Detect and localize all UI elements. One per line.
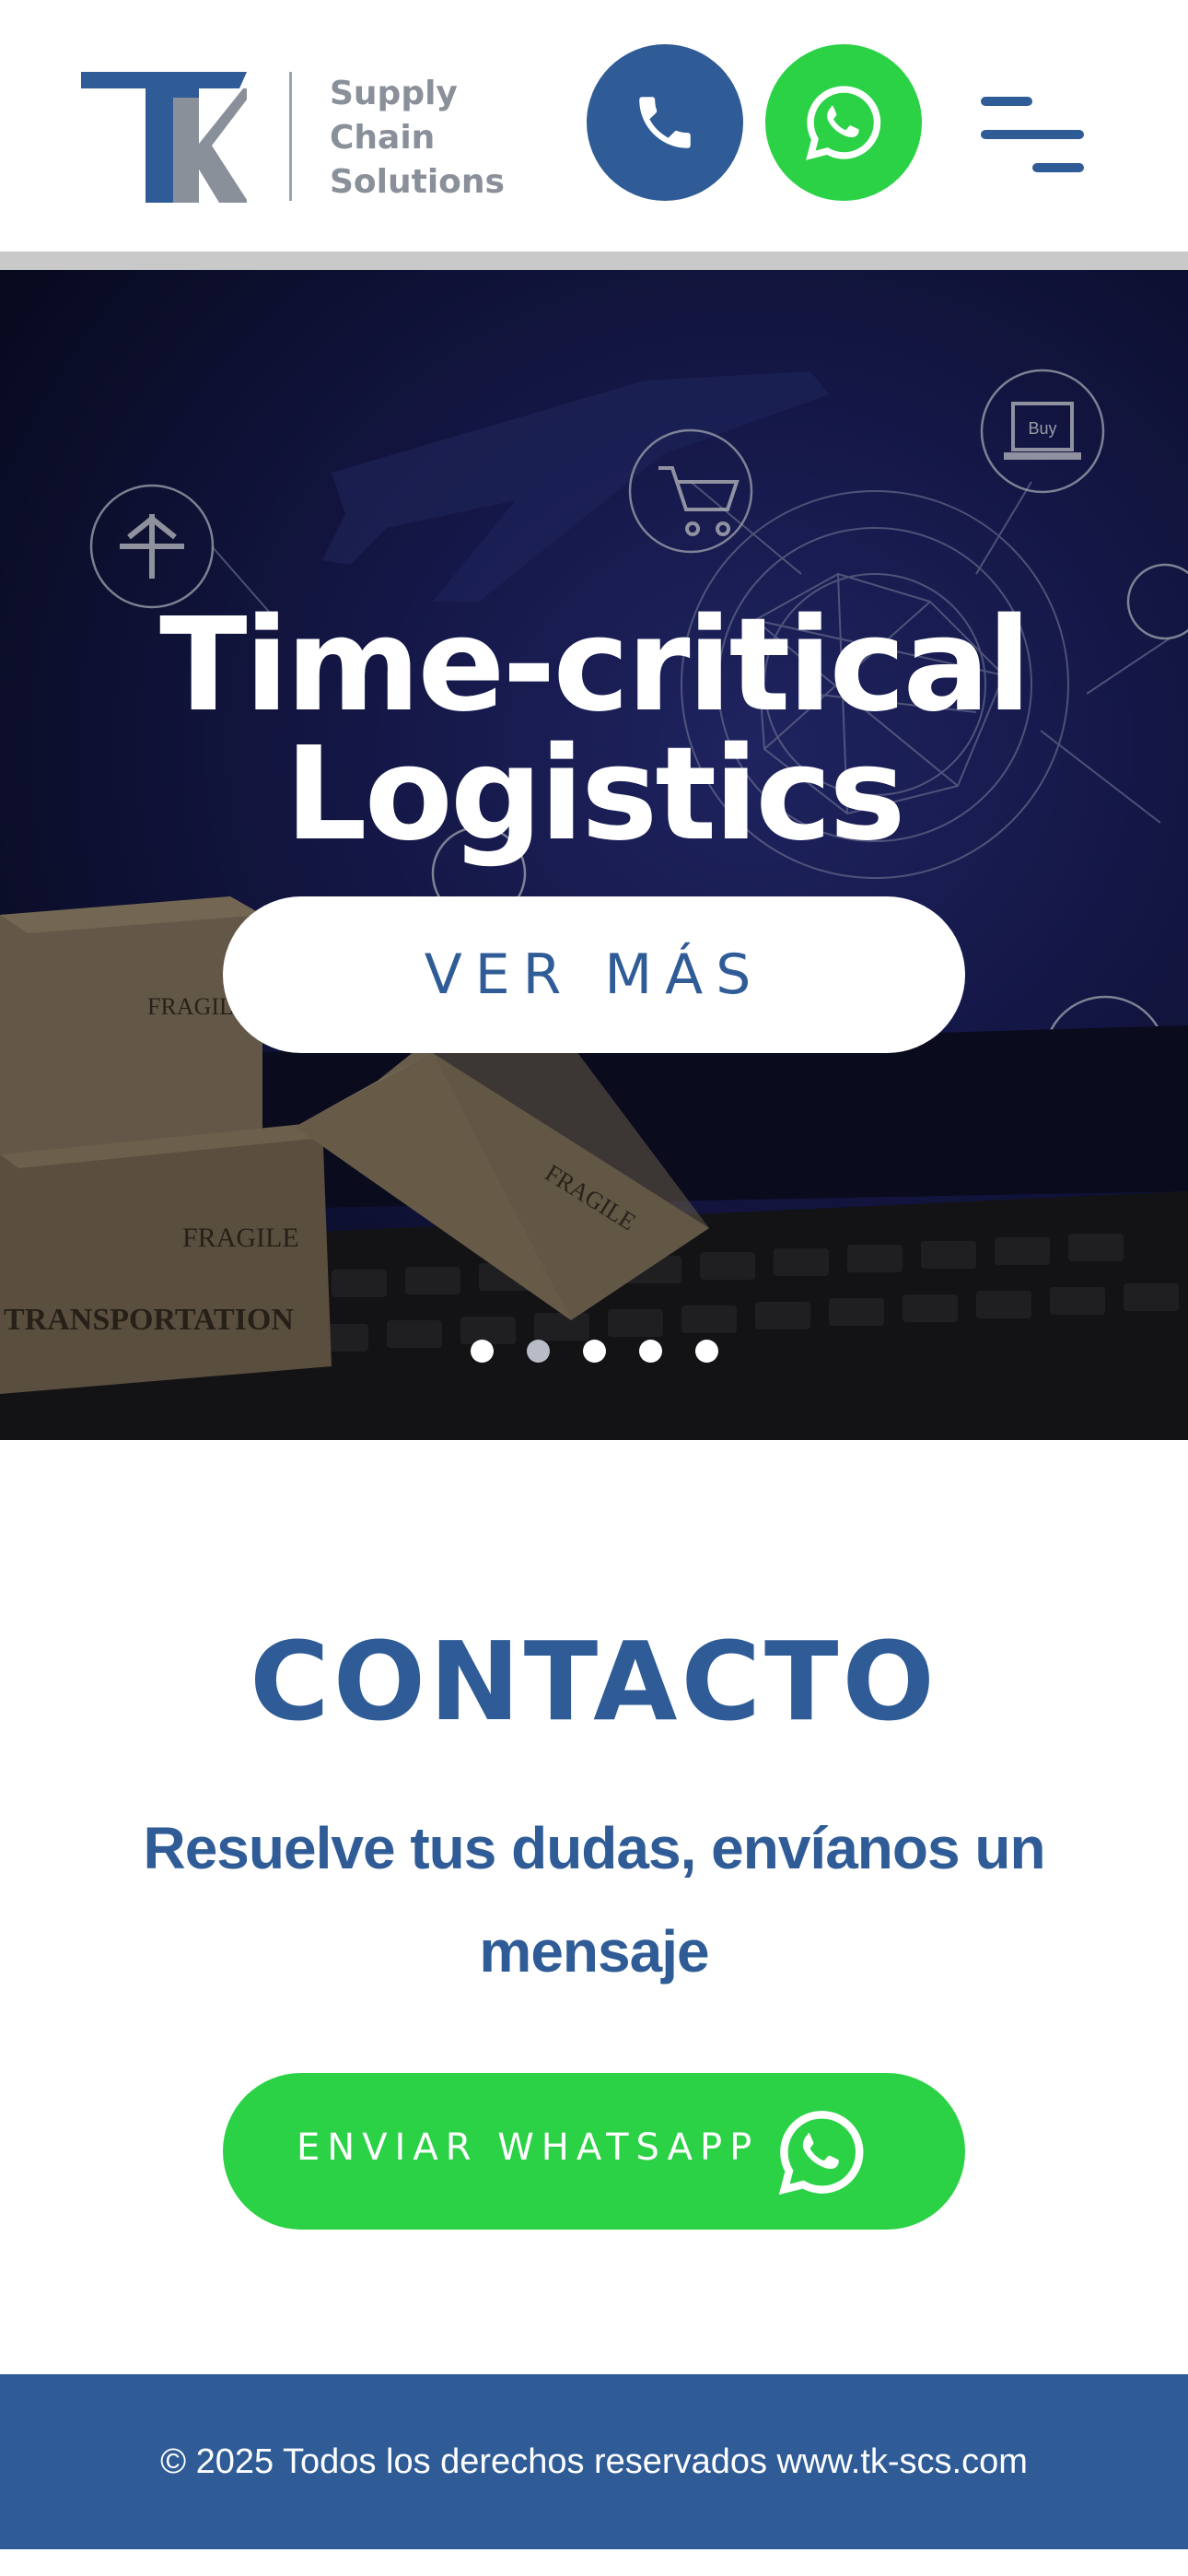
- slide-dot[interactable]: [638, 1340, 662, 1363]
- logo-text-line: Supply: [330, 75, 458, 112]
- slide-dot[interactable]: [694, 1340, 718, 1363]
- slide-dot[interactable]: [526, 1340, 550, 1363]
- hero-title-line: Logistics: [285, 720, 905, 870]
- tk-logo-mark: [81, 72, 247, 203]
- send-whatsapp-label: ENVIAR WHATSAPP: [297, 2126, 760, 2169]
- site-footer: © 2025 Todos los derechos reservados www…: [0, 2374, 1188, 2549]
- slide-dot[interactable]: [582, 1340, 606, 1363]
- hero-slider[interactable]: Buy FRAGILE FRAGILE FRAGILE TRANSPORTATI…: [0, 270, 1188, 1440]
- header-divider: [0, 252, 1188, 270]
- contact-subtitle: Resuelve tus dudas, envíanos un mensaje: [143, 1815, 1045, 1985]
- whatsapp-icon: [806, 86, 881, 160]
- phone-icon: [639, 97, 691, 148]
- ver-mas-button[interactable]: VER MÁS: [223, 896, 965, 1053]
- send-whatsapp-button[interactable]: ENVIAR WHATSAPP: [223, 2073, 965, 2230]
- logo-text-line: Chain: [330, 119, 436, 157]
- site-header: Supply Chain Solutions: [0, 0, 1188, 252]
- menu-bar: [981, 97, 1032, 106]
- hamburger-menu-icon[interactable]: [981, 97, 1084, 180]
- menu-bar: [1032, 163, 1084, 172]
- slide-dot[interactable]: [470, 1340, 494, 1363]
- contact-title: CONTACTO: [250, 1618, 938, 1745]
- footer-copyright: © 2025 Todos los derechos reservados www…: [160, 2441, 1028, 2481]
- menu-bar: [981, 130, 1084, 139]
- slider-pagination: [0, 1340, 1188, 1363]
- whatsapp-button[interactable]: [765, 44, 922, 201]
- tk-logo[interactable]: Supply Chain Solutions: [81, 72, 505, 203]
- logo-divider: [289, 72, 292, 201]
- whatsapp-icon: [778, 2111, 864, 2195]
- logo-wordmark: Supply Chain Solutions: [330, 72, 514, 205]
- logo-text-line: Solutions: [330, 163, 505, 201]
- hero-title-line: Time-critical: [159, 591, 1031, 741]
- call-button[interactable]: [587, 44, 743, 201]
- hero-title: Time-critical Logistics: [0, 602, 1188, 860]
